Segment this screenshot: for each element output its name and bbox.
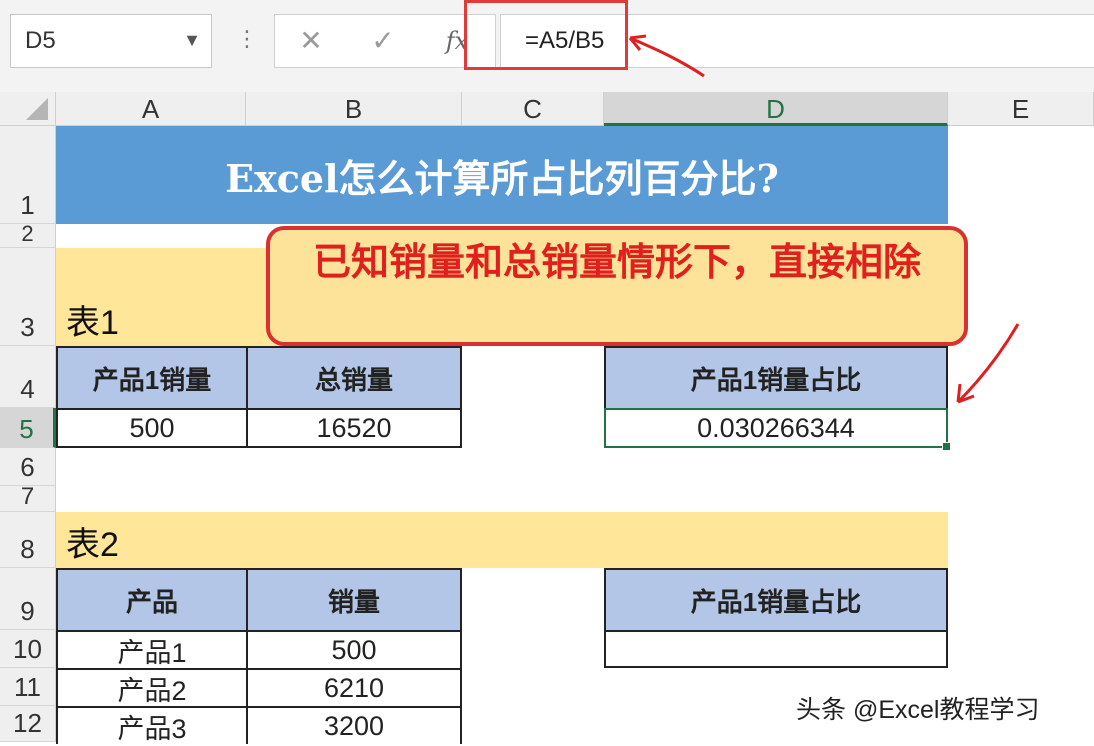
select-all-icon [26, 98, 48, 120]
chevron-down-icon[interactable]: ▼ [182, 14, 202, 68]
row-header-10[interactable]: 10 [0, 630, 56, 668]
row-header-12[interactable]: 12 [0, 706, 56, 742]
column-header-b[interactable]: B [246, 92, 462, 126]
cancel-icon[interactable]: ✕ [296, 14, 326, 68]
row-header-6[interactable]: 6 [0, 448, 56, 486]
fill-handle[interactable] [942, 442, 951, 451]
column-header-a[interactable]: A [56, 92, 246, 126]
table2-label[interactable]: 表2 [56, 512, 246, 568]
row-header-4[interactable]: 4 [0, 346, 56, 408]
table-row[interactable]: 3200 [246, 706, 462, 744]
table2-result-cell[interactable] [604, 630, 948, 668]
table-row[interactable]: 产品3 [56, 706, 248, 744]
row-header-3[interactable]: 3 [0, 248, 56, 346]
sheet-title[interactable]: Excel怎么计算所占比列百分比? [56, 126, 948, 224]
row-header-2[interactable]: 2 [0, 221, 56, 248]
table-row[interactable]: 产品1 [56, 630, 248, 670]
table1-result-header[interactable]: 产品1销量占比 [604, 346, 948, 410]
more-options-icon[interactable]: ⋮ [236, 14, 258, 68]
table-row[interactable]: 500 [246, 630, 462, 670]
cell-a5[interactable]: 500 [56, 408, 248, 448]
table-row[interactable]: 6210 [246, 668, 462, 708]
row-header-9[interactable]: 9 [0, 568, 56, 630]
row-header-8[interactable]: 8 [0, 512, 56, 568]
column-header-e[interactable]: E [948, 92, 1094, 126]
select-all-corner[interactable] [0, 92, 56, 126]
table1-header-total[interactable]: 总销量 [246, 346, 462, 410]
table1-label[interactable]: 表1 [56, 248, 246, 346]
table-row[interactable]: 产品2 [56, 668, 248, 708]
table2-header-product[interactable]: 产品 [56, 568, 248, 632]
row-header-5[interactable]: 5 [0, 408, 56, 448]
cell-d5-selected[interactable]: 0.030266344 [604, 408, 948, 448]
callout-note: 已知销量和总销量情形下，直接相除 [266, 226, 968, 346]
check-icon[interactable]: ✓ [368, 14, 398, 68]
cell-b5[interactable]: 16520 [246, 408, 462, 448]
watermark: 头条 @Excel教程学习 [796, 696, 1040, 724]
arrow-icon [628, 34, 705, 78]
row-header-11[interactable]: 11 [0, 668, 56, 706]
table2-result-header[interactable]: 产品1销量占比 [604, 568, 948, 632]
table1-header-sales[interactable]: 产品1销量 [56, 346, 248, 410]
column-header-c[interactable]: C [462, 92, 604, 126]
column-header-d[interactable]: D [604, 92, 948, 126]
arrow-icon [956, 323, 1020, 404]
row-header-1[interactable]: 1 [0, 126, 56, 224]
row-header-7[interactable]: 7 [0, 483, 56, 512]
table2-header-sales[interactable]: 销量 [246, 568, 462, 632]
